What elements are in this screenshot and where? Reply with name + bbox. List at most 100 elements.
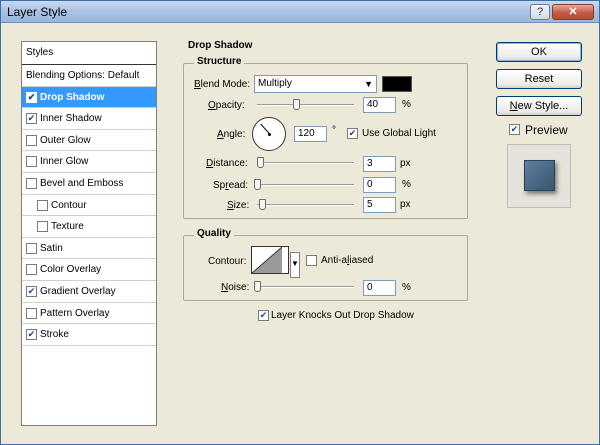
title-bar[interactable]: Layer Style ? ✕: [1, 1, 599, 23]
quality-title: Quality: [194, 228, 234, 239]
opacity-slider-track[interactable]: [257, 104, 354, 106]
opacity-label: Opacity:: [208, 100, 245, 111]
style-item-label: Pattern Overlay: [40, 307, 110, 319]
style-item-blending-options-default[interactable]: Blending Options: Default: [22, 65, 156, 87]
style-item-inner-glow[interactable]: Inner Glow: [22, 151, 156, 173]
style-item-label: Texture: [51, 221, 84, 233]
distance-unit: px: [400, 158, 411, 169]
layer-style-dialog: Layer Style ? ✕ Styles Blending Options:…: [0, 0, 600, 445]
style-item-outer-glow[interactable]: Outer Glow: [22, 130, 156, 152]
angle-label: Angle:: [217, 129, 246, 140]
size-slider-thumb[interactable]: [259, 199, 266, 210]
style-checkbox[interactable]: [26, 242, 37, 254]
distance-label: Distance:: [206, 158, 248, 169]
style-item-label: Stroke: [40, 329, 69, 341]
size-input[interactable]: 5: [363, 197, 396, 213]
close-icon: ✕: [568, 6, 578, 18]
use-global-light-label[interactable]: Use Global Light: [362, 128, 436, 139]
spread-unit: %: [402, 179, 411, 190]
style-item-texture[interactable]: Texture: [22, 216, 156, 238]
blend-mode-value: Multiply: [258, 78, 292, 89]
style-checkbox[interactable]: [26, 134, 37, 146]
style-checkbox[interactable]: [26, 264, 37, 276]
style-item-stroke[interactable]: ✔ Stroke: [22, 324, 156, 346]
style-item-inner-shadow[interactable]: ✔ Inner Shadow: [22, 108, 156, 130]
checkmark-icon: ✔: [259, 310, 268, 320]
anti-aliased-label[interactable]: Anti-aliased: [321, 255, 373, 266]
noise-slider-track[interactable]: [254, 286, 354, 288]
blend-mode-dropdown[interactable]: Multiply ▼: [254, 75, 377, 93]
spread-slider-track[interactable]: [254, 184, 354, 186]
opacity-slider-thumb[interactable]: [293, 99, 300, 110]
preview-swatch: [524, 160, 555, 191]
preview-area: [507, 144, 571, 208]
new-style-button[interactable]: New Style...: [496, 96, 582, 116]
style-item-drop-shadow[interactable]: ✔ Drop Shadow: [22, 86, 156, 109]
opacity-input[interactable]: 40: [363, 97, 396, 113]
style-item-color-overlay[interactable]: Color Overlay: [22, 259, 156, 281]
style-checkbox[interactable]: [26, 156, 37, 168]
preview-checkbox[interactable]: ✔: [509, 124, 520, 135]
style-checkbox[interactable]: [26, 307, 37, 319]
style-item-label: Satin: [40, 242, 63, 254]
styles-list-header[interactable]: Styles: [22, 42, 156, 65]
style-checkbox[interactable]: [37, 221, 48, 233]
size-label: Size:: [227, 200, 250, 211]
size-unit: px: [400, 199, 411, 210]
preview-label[interactable]: Preview: [525, 123, 568, 137]
anti-aliased-checkbox[interactable]: [306, 255, 317, 266]
style-checkbox[interactable]: [37, 199, 48, 211]
close-button[interactable]: ✕: [552, 4, 594, 20]
contour-curve-icon: [251, 246, 283, 274]
spread-input[interactable]: 0: [363, 177, 396, 193]
angle-center: [268, 133, 271, 136]
help-button[interactable]: ?: [530, 4, 550, 20]
structure-title: Structure: [194, 56, 245, 67]
style-item-satin[interactable]: Satin: [22, 238, 156, 260]
window-title: Layer Style: [7, 5, 68, 19]
spread-slider-thumb[interactable]: [254, 179, 261, 190]
reset-button[interactable]: Reset: [496, 69, 582, 89]
checkmark-icon: ✔: [510, 124, 519, 134]
style-item-label: Contour: [51, 199, 87, 211]
distance-slider-track[interactable]: [257, 162, 354, 164]
style-item-label: Outer Glow: [40, 134, 91, 146]
style-item-label: Drop Shadow: [40, 91, 105, 103]
style-item-label: Inner Glow: [40, 156, 89, 168]
contour-picker[interactable]: [251, 246, 289, 274]
noise-input[interactable]: 0: [363, 280, 396, 296]
layer-knocks-out-label[interactable]: Layer Knocks Out Drop Shadow: [271, 310, 414, 321]
style-checkbox[interactable]: ✔: [26, 113, 37, 125]
blend-mode-label: Blend Mode:: [194, 79, 251, 90]
style-item-label: Inner Shadow: [40, 113, 102, 125]
noise-label: Noise:: [221, 282, 250, 293]
layer-knocks-out-checkbox[interactable]: ✔: [258, 310, 269, 321]
ok-button[interactable]: OK: [496, 42, 582, 62]
style-item-gradient-overlay[interactable]: ✔ Gradient Overlay: [22, 281, 156, 303]
contour-dropdown-button[interactable]: ▼: [290, 252, 300, 278]
noise-slider-thumb[interactable]: [254, 281, 261, 292]
distance-slider-thumb[interactable]: [257, 157, 264, 168]
style-checkbox[interactable]: ✔: [26, 329, 37, 341]
style-item-label: Bevel and Emboss: [40, 177, 124, 189]
style-item-label: Blending Options: Default: [26, 70, 140, 81]
style-checkbox[interactable]: ✔: [26, 285, 37, 297]
help-icon: ?: [536, 6, 544, 18]
angle-input[interactable]: 120: [294, 126, 327, 142]
noise-unit: %: [402, 282, 411, 293]
style-item-pattern-overlay[interactable]: Pattern Overlay: [22, 303, 156, 325]
size-slider-track[interactable]: [257, 204, 354, 206]
section-title: Drop Shadow: [188, 40, 253, 51]
chevron-down-icon: ▼: [364, 79, 373, 89]
distance-input[interactable]: 3: [363, 156, 396, 172]
style-checkbox[interactable]: [26, 177, 37, 189]
angle-dial[interactable]: [252, 117, 286, 151]
style-item-label: Gradient Overlay: [40, 285, 116, 297]
opacity-unit: %: [402, 99, 411, 110]
style-item-contour[interactable]: Contour: [22, 195, 156, 217]
use-global-light-checkbox[interactable]: ✔: [347, 128, 358, 139]
shadow-color-swatch[interactable]: [382, 76, 412, 92]
style-item-bevel-and-emboss[interactable]: Bevel and Emboss: [22, 173, 156, 195]
style-checkbox[interactable]: ✔: [26, 91, 37, 103]
styles-list: Styles Blending Options: Default ✔ Drop Sh…: [21, 41, 157, 426]
